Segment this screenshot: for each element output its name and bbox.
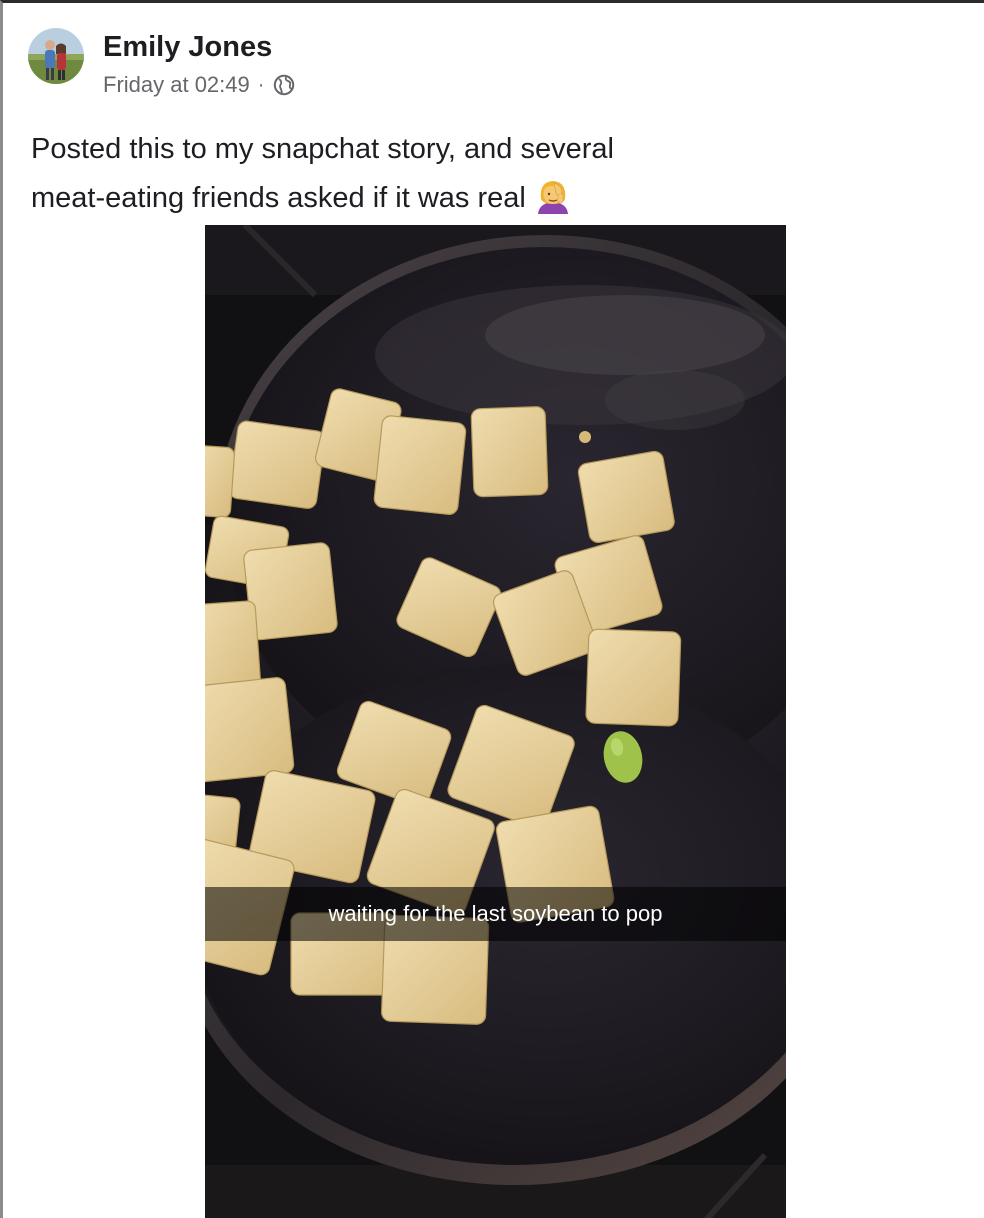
avatar[interactable] (28, 28, 84, 84)
globe-icon[interactable] (273, 74, 295, 96)
avatar-photo (28, 28, 84, 84)
post-text-line-2-text: meat-eating friends asked if it was real (31, 182, 526, 214)
post-text: Posted this to my snapchat story, and se… (31, 125, 731, 223)
post-text-line-2: meat-eating friends asked if it was real (31, 174, 731, 223)
post-photo[interactable]: waiting for the last soybean to pop (205, 225, 786, 1218)
snapchat-caption-bar: waiting for the last soybean to pop (205, 887, 786, 941)
author-name[interactable]: Emily Jones (103, 31, 272, 64)
tofu-pan-photo (205, 225, 786, 1218)
snapchat-caption: waiting for the last soybean to pop (328, 901, 663, 926)
meta-separator: · (257, 73, 265, 96)
post-text-line-1: Posted this to my snapchat story, and se… (31, 133, 614, 165)
post-frame: Emily Jones Friday at 02:49 · Posted thi… (0, 0, 984, 1218)
post-timestamp[interactable]: Friday at 02:49 (103, 72, 250, 98)
post-meta: Friday at 02:49 · (103, 72, 295, 98)
woman-facepalming-emoji (537, 181, 568, 214)
post-header: Emily Jones Friday at 02:49 · (28, 28, 628, 98)
